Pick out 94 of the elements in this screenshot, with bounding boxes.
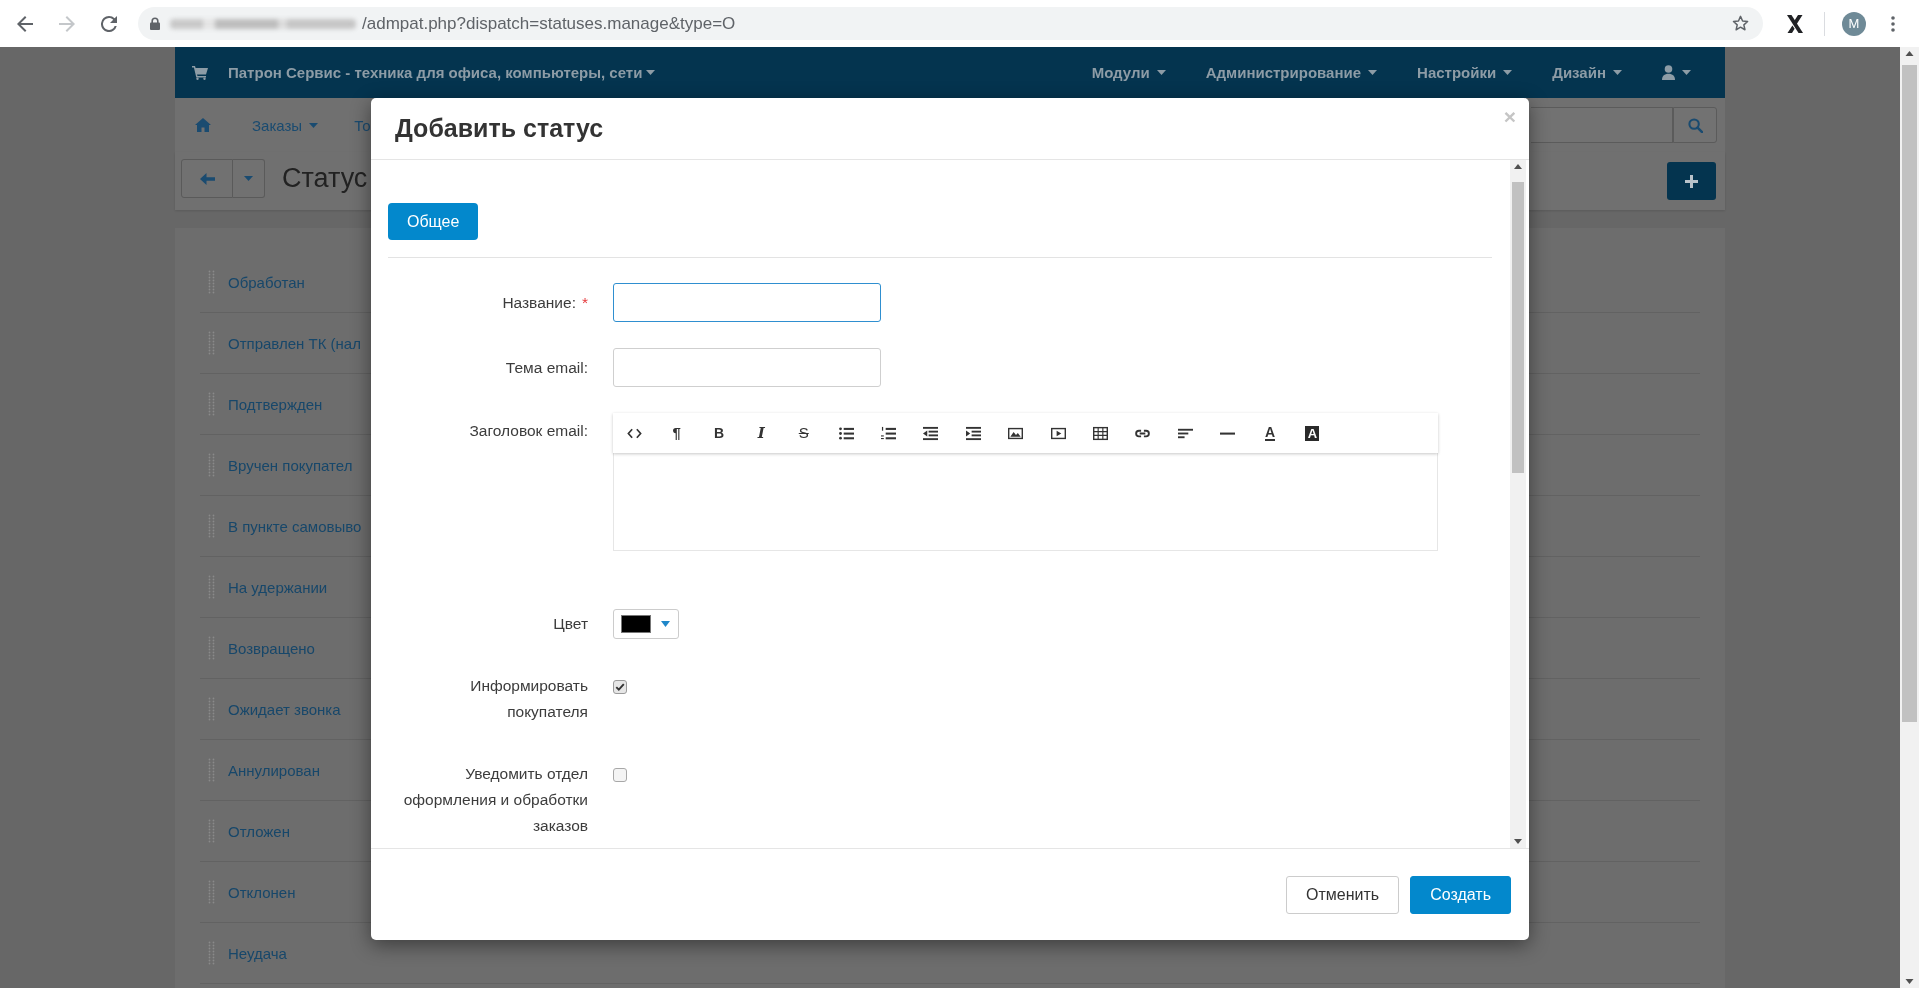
search-button[interactable] (1673, 107, 1717, 143)
numbered-list-icon[interactable] (881, 425, 897, 441)
text-field[interactable] (613, 283, 881, 322)
bold-tool[interactable]: B (713, 425, 725, 441)
image-icon[interactable] (1008, 425, 1024, 441)
caret-down-icon (661, 621, 670, 627)
drag-handle-icon[interactable] (208, 697, 215, 721)
status-link[interactable]: Отправлен ТК (нал (228, 334, 361, 352)
more-menu-icon[interactable] (1891, 15, 1895, 32)
field-label: Цвет (553, 615, 588, 632)
scrollbar-track[interactable] (1510, 160, 1526, 848)
field-label: Тема email: (505, 359, 588, 376)
status-link[interactable]: На удержании (228, 578, 328, 596)
drag-handle-icon[interactable] (208, 331, 215, 355)
caret-down-icon (309, 122, 319, 128)
caret-down-icon (244, 176, 253, 181)
search-icon (1687, 117, 1703, 133)
menu-link[interactable]: Администрирование (1205, 64, 1378, 81)
indent-icon[interactable] (965, 425, 981, 441)
status-link[interactable]: Вручен покупател (228, 456, 353, 474)
nav-link[interactable]: Заказы (252, 116, 319, 134)
home-icon[interactable] (195, 118, 211, 132)
required-asterisk: * (581, 294, 588, 311)
search-field[interactable] (1531, 107, 1673, 143)
section-tab[interactable]: Общее (388, 203, 479, 240)
checkbox[interactable] (613, 768, 627, 782)
menu-link[interactable]: Настройки (1417, 64, 1513, 81)
paragraph-tool[interactable]: ¶ (672, 425, 681, 441)
drag-handle-icon[interactable] (208, 819, 215, 843)
field-label: Информировать покупателя (470, 677, 588, 720)
address-field[interactable]: /admpat.php?dispatch=statuses.manage&type=O (138, 7, 1763, 40)
profile-avatar[interactable]: M (1842, 11, 1866, 36)
drag-handle-icon[interactable] (208, 270, 215, 294)
menu-link[interactable]: Дизайн (1552, 64, 1622, 81)
store-name-link[interactable]: Патрон Сервис - техника для офиса, компьютеры, сети (228, 64, 656, 81)
caret-down-icon (646, 70, 656, 75)
scrollbar-track[interactable] (1900, 47, 1919, 988)
status-link[interactable]: Отклонен (228, 883, 296, 901)
status-link[interactable]: Неудача (228, 944, 287, 962)
drag-handle-icon[interactable] (208, 392, 215, 416)
drag-handle-icon[interactable] (208, 880, 215, 904)
lock-icon (150, 17, 160, 30)
caret-down-icon (1368, 70, 1378, 75)
caret-down-icon (1613, 70, 1622, 75)
field-label: Название: (502, 294, 576, 311)
cancel-button[interactable]: Отменить (1286, 876, 1400, 914)
arrow-left-icon (199, 171, 215, 186)
page-title: Статус (282, 162, 368, 195)
drag-handle-icon[interactable] (208, 941, 215, 965)
x-shape-icon[interactable] (1786, 13, 1804, 34)
scrollbar-thumb[interactable] (1902, 65, 1917, 722)
video-icon[interactable] (1050, 425, 1066, 441)
strikethrough-tool[interactable]: S (798, 425, 809, 441)
text-field[interactable] (613, 348, 881, 387)
url-text: /admpat.php?dispatch=statuses.manage&type=O (362, 13, 736, 34)
status-link[interactable]: В пункте самовыво (228, 517, 362, 535)
caret-down-icon (1503, 70, 1513, 75)
status-link[interactable]: Ожидает звонка (228, 700, 341, 718)
star-icon[interactable] (1732, 15, 1749, 32)
modal-title: Добавить статус (395, 114, 604, 143)
user-icon (1662, 65, 1675, 80)
drag-handle-icon[interactable] (208, 453, 215, 477)
back-button[interactable] (181, 159, 233, 198)
create-button[interactable]: Создать (1410, 876, 1511, 914)
color-picker[interactable] (613, 609, 679, 639)
status-link[interactable]: Возвращено (228, 639, 315, 657)
dropdown-toggle[interactable] (233, 159, 265, 198)
menu-link[interactable]: Модули (1091, 64, 1166, 81)
status-link[interactable]: Обработан (228, 273, 305, 291)
drag-handle-icon[interactable] (208, 636, 215, 660)
table-icon[interactable] (1093, 425, 1108, 441)
font-color-tool[interactable]: A (1265, 425, 1276, 441)
plus-icon (1685, 174, 1698, 188)
drag-handle-icon[interactable] (208, 514, 215, 538)
status-link[interactable]: Аннулирован (228, 761, 320, 779)
status-link[interactable]: Отложен (228, 822, 290, 840)
caret-down-icon (1682, 70, 1691, 75)
back-arrow-icon[interactable] (17, 15, 33, 32)
scrollbar-thumb[interactable] (1512, 182, 1524, 473)
highlight-color-tool[interactable]: A (1305, 425, 1320, 441)
status-link[interactable]: Подтвержден (228, 395, 323, 413)
bulleted-list-icon[interactable] (838, 425, 854, 441)
field-label: Уведомить отдел оформления и обработки заказов (403, 765, 588, 834)
italic-tool[interactable]: I (757, 425, 765, 441)
reload-icon[interactable] (101, 15, 117, 32)
add-button[interactable] (1667, 162, 1716, 200)
user-menu[interactable] (1662, 65, 1691, 80)
field-label: Заголовок email: (469, 422, 588, 439)
outdent-icon[interactable] (923, 425, 939, 441)
drag-handle-icon[interactable] (208, 758, 215, 782)
checkbox[interactable] (613, 680, 627, 694)
cart-icon[interactable] (192, 65, 208, 80)
drag-handle-icon[interactable] (208, 575, 215, 599)
caret-down-icon (1156, 70, 1166, 75)
